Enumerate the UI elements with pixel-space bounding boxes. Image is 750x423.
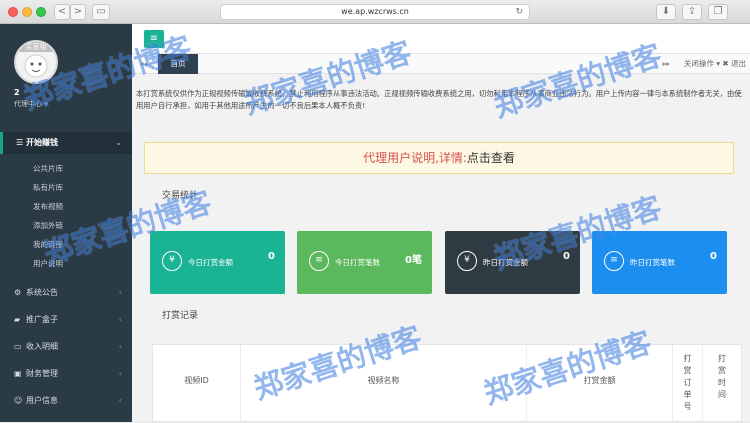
disclaimer-text: 本打赏系统仅供作为正规视频传输或收费系统，禁止利用程序从事违法活动。正规视频传输… xyxy=(136,89,742,110)
yen-icon: ¥ xyxy=(162,251,182,271)
chevron-left-icon: ‹ xyxy=(118,342,122,351)
table-header-time: 打赏时间 xyxy=(703,345,741,423)
sidebar-item-finance[interactable]: ▣ 财务管理 ‹ xyxy=(0,363,132,385)
list-icon: ≡ xyxy=(604,251,624,271)
table-header-order-no: 打赏订单号 xyxy=(673,345,703,423)
url-text: we.ap.wzcrws.cn xyxy=(341,7,409,16)
banner-red-text: 代理用户说明,详情: xyxy=(363,151,467,165)
chevron-left-icon: ‹ xyxy=(118,396,122,405)
sidebar-item-publish-video[interactable]: 发布视频 xyxy=(33,201,63,212)
user-id: 2 xyxy=(14,88,20,97)
sidebar-item-add-link[interactable]: 添加外链 xyxy=(33,220,63,231)
zoom-window-button[interactable] xyxy=(36,7,46,17)
money-icon: ▣ xyxy=(14,369,22,378)
avatar[interactable]: 买家相 xyxy=(14,40,58,84)
chevron-down-icon: ⌄ xyxy=(115,138,122,147)
download-icon[interactable]: ⬇ xyxy=(656,4,676,20)
card-value: 0 xyxy=(268,251,275,262)
database-icon: ☰ xyxy=(16,138,26,147)
user-role-dropdown[interactable]: 代理中心 ▾ xyxy=(14,99,48,109)
sidebar-item-promo-box[interactable]: ▰ 推广盒子 ‹ xyxy=(0,309,132,331)
card-value: 0 xyxy=(563,251,570,262)
sidebar-item-user-guide[interactable]: 用户说明 xyxy=(33,258,63,269)
tabs-icon[interactable]: ❐ xyxy=(708,4,728,20)
header-text: 打赏订单号 xyxy=(683,354,692,411)
tab-home[interactable]: 首页 xyxy=(158,54,198,74)
reload-icon[interactable]: ↻ xyxy=(515,5,523,19)
sidebar-item-my-links[interactable]: 我的链接 xyxy=(33,239,63,250)
header-text: 打赏时间 xyxy=(718,354,726,399)
records-title: 打赏记录 xyxy=(162,311,199,321)
menu-label: 用户信息 xyxy=(26,396,58,405)
table-header-video-name: 视频名称 xyxy=(241,345,527,423)
card-label: 今日打赏金额 xyxy=(188,258,233,267)
menu-label: 推广盒子 xyxy=(26,315,58,324)
header-text: 打赏金额 xyxy=(583,376,616,385)
logout-button[interactable]: ✖ 退出 xyxy=(722,54,746,74)
card-yesterday-amount: ¥ 昨日打赏金额 0 xyxy=(445,231,580,294)
sidebar-item-public-library[interactable]: 公共片库 xyxy=(33,163,63,174)
card-label: 昨日打赏金额 xyxy=(483,258,528,267)
sidebar: 买家相 2 代理中心 ▾ ☰ 开始赚钱 ⌄ 公共片库 私有片库 发布视频 添加外… xyxy=(0,24,132,422)
close-window-button[interactable] xyxy=(8,7,18,17)
share-icon[interactable]: ⇪ xyxy=(682,4,702,20)
hamburger-menu-button[interactable]: ≡ xyxy=(144,30,164,48)
forward-button[interactable]: > xyxy=(70,4,86,20)
avatar-name: 买家相 xyxy=(16,42,56,52)
main-content: ≡ ◂◂ 首页 ▸▸ 关闭操作 ▾ ✖ 退出 本打赏系统仅供作为正规视频传输或收… xyxy=(132,24,750,423)
agent-notice-banner[interactable]: 代理用户说明,详情:点击查看 xyxy=(144,142,734,174)
header-text: 视频名称 xyxy=(367,376,400,385)
sidebar-item-user-info[interactable]: ☺ 用户信息 ‹ xyxy=(0,390,132,412)
address-bar[interactable]: we.ap.wzcrws.cn ↻ xyxy=(220,4,530,20)
yen-icon: ¥ xyxy=(457,251,477,271)
chevron-left-icon: ‹ xyxy=(118,315,122,324)
sidebar-item-income[interactable]: ▭ 收入明细 ‹ xyxy=(0,336,132,358)
menu-label: 系统公告 xyxy=(26,288,58,297)
sidebar-toggle-icon[interactable]: ▭ xyxy=(92,4,110,20)
table-header-video-id: 视频ID xyxy=(153,345,241,423)
car-icon: ▰ xyxy=(14,315,21,324)
banner-link-text[interactable]: 点击查看 xyxy=(467,151,515,165)
tab-scroll-right-icon[interactable]: ▸▸ xyxy=(662,54,670,74)
list-icon: ≡ xyxy=(309,251,329,271)
tab-scroll-left-icon[interactable]: ◂◂ xyxy=(140,54,148,74)
close-operations-dropdown[interactable]: 关闭操作 ▾ xyxy=(684,54,720,74)
menu-start-earning[interactable]: ☰ 开始赚钱 ⌄ xyxy=(0,132,132,154)
card-value: 0笔 xyxy=(405,255,422,266)
card-label: 昨日打赏笔数 xyxy=(630,258,675,267)
menu-label: 开始赚钱 xyxy=(25,138,58,147)
sidebar-item-private-library[interactable]: 私有片库 xyxy=(33,182,63,193)
tab-bar: ◂◂ 首页 ▸▸ 关闭操作 ▾ ✖ 退出 xyxy=(132,54,750,74)
menu-label: 收入明细 xyxy=(26,342,58,351)
card-yesterday-count: ≡ 昨日打赏笔数 0 xyxy=(592,231,727,294)
card-label: 今日打赏笔数 xyxy=(335,258,380,267)
minimize-window-button[interactable] xyxy=(22,7,32,17)
users-icon: ☺ xyxy=(14,396,23,405)
gear-icon: ⚙ xyxy=(14,288,22,297)
top-bar: ≡ xyxy=(132,24,750,54)
stats-title: 交易统计 xyxy=(162,191,199,201)
chevron-left-icon: ‹ xyxy=(118,369,122,378)
card-today-amount: ¥ 今日打赏金额 0 xyxy=(150,231,285,294)
sidebar-item-announcements[interactable]: ⚙ 系统公告 ‹ xyxy=(0,282,132,304)
header-text: 视频ID xyxy=(184,376,209,385)
table-header-amount: 打赏金额 xyxy=(527,345,673,423)
card-value: 0 xyxy=(710,251,717,262)
back-button[interactable]: < xyxy=(54,4,70,20)
records-table: 视频ID 视频名称 打赏金额 打赏订单号 打赏时间 xyxy=(152,344,742,423)
browser-toolbar: < > ▭ we.ap.wzcrws.cn ↻ ⬇ ⇪ ❐ xyxy=(0,0,750,24)
menu-label: 财务管理 xyxy=(26,369,58,378)
card-today-count: ≡ 今日打赏笔数 0笔 xyxy=(297,231,432,294)
inbox-icon: ▭ xyxy=(14,342,22,351)
chevron-left-icon: ‹ xyxy=(118,288,122,297)
